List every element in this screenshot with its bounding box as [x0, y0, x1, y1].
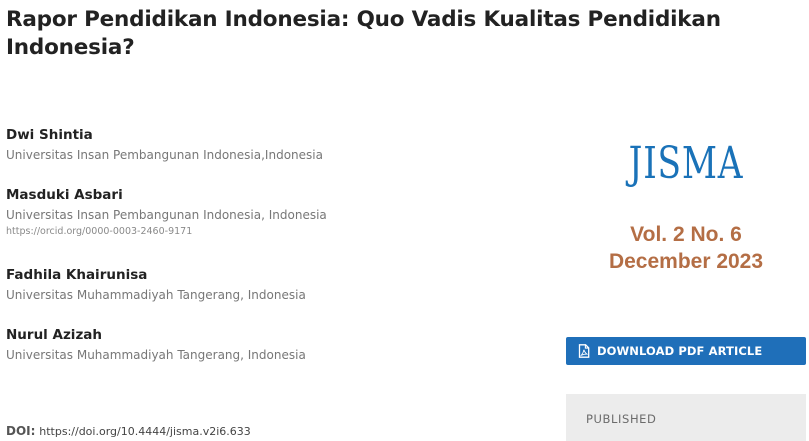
issue-date: December 2023 — [608, 250, 764, 273]
doi-link[interactable]: https://doi.org/10.4444/jisma.v2i6.633 — [39, 425, 251, 438]
doi-label: DOI: — [6, 424, 36, 438]
doi-line: DOI: https://doi.org/10.4444/jisma.v2i6.… — [6, 423, 251, 440]
journal-logo: JISMA — [628, 138, 744, 189]
author-item: Nurul Azizah Universitas Muhammadiyah Ta… — [6, 326, 306, 363]
author-name: Nurul Azizah — [6, 327, 103, 343]
author-name: Dwi Shintia — [6, 127, 93, 143]
download-button-label: DOWNLOAD PDF ARTICLE — [597, 344, 763, 358]
author-name: Masduki Asbari — [6, 187, 123, 203]
author-name: Fadhila Khairunisa — [6, 267, 148, 283]
article-title: Rapor Pendidikan Indonesia: Quo Vadis Ku… — [6, 7, 721, 60]
author-item: Dwi Shintia Universitas Insan Pembanguna… — [6, 126, 323, 163]
download-pdf-button[interactable]: DOWNLOAD PDF ARTICLE — [566, 337, 806, 365]
author-item: Masduki Asbari Universitas Insan Pembang… — [6, 186, 327, 238]
journal-cover[interactable]: JISMA Vol. 2 No. 6 December 2023 — [566, 130, 806, 290]
orcid-link[interactable]: https://orcid.org/0000-0003-2460-9171 — [6, 226, 327, 238]
author-item: Fadhila Khairunisa Universitas Muhammadi… — [6, 266, 306, 303]
author-affiliation: Universitas Insan Pembangunan Indonesia,… — [6, 208, 327, 222]
author-affiliation: Universitas Muhammadiyah Tangerang, Indo… — [6, 348, 306, 362]
issue-volume: Vol. 2 No. 6 — [630, 223, 742, 246]
author-affiliation: Universitas Insan Pembangunan Indonesia,… — [6, 148, 323, 162]
published-label: PUBLISHED — [586, 412, 657, 426]
author-affiliation: Universitas Muhammadiyah Tangerang, Indo… — [6, 288, 306, 302]
published-section: PUBLISHED — [566, 394, 806, 441]
pdf-file-icon — [578, 344, 590, 358]
